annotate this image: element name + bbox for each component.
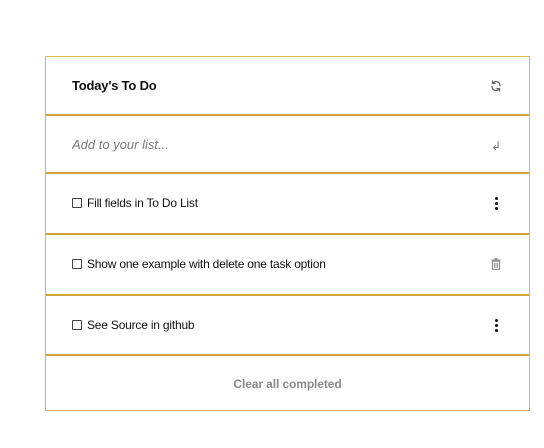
clear-completed-button[interactable]: Clear all completed	[233, 377, 341, 391]
list-item: Fill fields in To Do List	[46, 174, 529, 232]
list-item: See Source in github	[46, 296, 529, 354]
page-title: Today's To Do	[72, 78, 157, 93]
task-checkbox[interactable]	[72, 259, 82, 269]
more-vertical-icon[interactable]	[489, 317, 503, 333]
task-label: See Source in github	[87, 318, 195, 332]
list-item: Show one example with delete one task op…	[46, 235, 529, 293]
trash-icon[interactable]	[489, 256, 503, 272]
task-checkbox[interactable]	[72, 320, 82, 330]
task-label: Show one example with delete one task op…	[87, 257, 326, 271]
more-vertical-icon[interactable]	[489, 195, 503, 211]
enter-icon[interactable]: ↲	[489, 139, 503, 153]
task-checkbox[interactable]	[72, 198, 82, 208]
refresh-icon[interactable]	[489, 79, 503, 93]
todo-footer: Clear all completed	[46, 356, 529, 412]
add-task-row: ↲	[46, 116, 529, 172]
todo-header: Today's To Do	[46, 57, 529, 114]
todo-card: Today's To Do ↲ Fill fields in To Do Lis…	[45, 56, 530, 411]
refresh-icon-svg	[491, 79, 501, 92]
task-label: Fill fields in To Do List	[87, 196, 198, 210]
add-task-input[interactable]	[72, 136, 452, 152]
